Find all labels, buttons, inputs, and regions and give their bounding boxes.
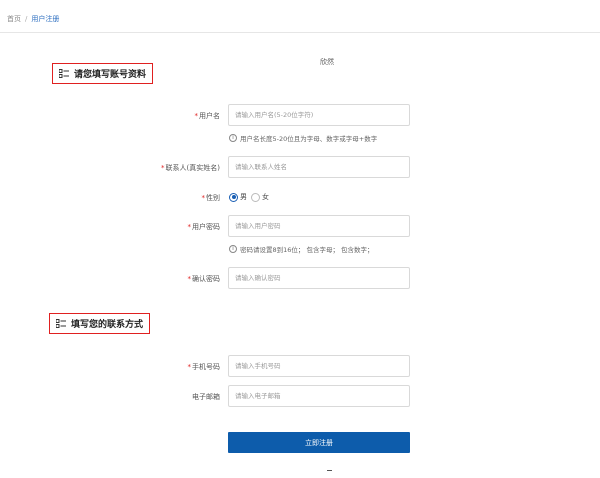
username-hint: i 用户名长度5-20位且为字母、数字或字母+数字: [229, 133, 377, 143]
username-hint-text: 用户名长度5-20位且为字母、数字或字母+数字: [240, 135, 378, 143]
floating-text: 欣然: [320, 58, 334, 66]
required-marker: *: [194, 112, 199, 120]
register-button[interactable]: 立即注册: [228, 432, 410, 453]
section-title-contact: 填写您的联系方式: [49, 313, 151, 334]
radio-female[interactable]: [251, 192, 260, 202]
header-divider: [0, 32, 600, 33]
required-marker: *: [161, 164, 165, 172]
divider-mark: [327, 470, 332, 471]
required-marker: *: [201, 194, 206, 202]
confirm-password-label: *确认密码: [187, 275, 221, 283]
breadcrumb-current[interactable]: 用户注册: [31, 14, 59, 24]
breadcrumb-separator: /: [25, 15, 28, 23]
phone-input[interactable]: [228, 355, 410, 377]
contact-name-input[interactable]: [228, 156, 410, 178]
list-icon: [56, 319, 66, 328]
gender-radio-group: 男 女: [229, 192, 269, 202]
info-icon: i: [229, 134, 237, 142]
required-marker: *: [187, 363, 192, 371]
contact-name-label: *联系人(真实姓名): [161, 164, 220, 172]
required-marker: *: [187, 275, 192, 283]
gender-option-male[interactable]: 男: [229, 192, 247, 202]
breadcrumb-home[interactable]: 首页: [7, 14, 21, 24]
section-title-text: 填写您的联系方式: [71, 320, 144, 330]
password-hint-text: 密码请设置8到16位； 包含字母； 包含数字；: [240, 246, 374, 254]
username-label: *用户名: [194, 112, 221, 120]
password-input[interactable]: [228, 215, 410, 237]
section-title-account: 请您填写账号资料: [52, 63, 154, 84]
gender-male-label: 男: [240, 193, 247, 201]
gender-option-female[interactable]: 女: [251, 192, 269, 202]
confirm-password-input[interactable]: [228, 267, 410, 289]
section-title-text: 请您填写账号资料: [74, 70, 147, 80]
list-icon: [59, 69, 69, 78]
radio-male[interactable]: [229, 192, 238, 202]
password-label: *用户密码: [187, 223, 221, 231]
username-input[interactable]: [228, 104, 410, 126]
info-icon: i: [229, 245, 237, 253]
email-label: 电子邮箱: [192, 393, 220, 401]
password-hint: i 密码请设置8到16位； 包含字母； 包含数字；: [229, 244, 374, 254]
gender-female-label: 女: [262, 193, 269, 201]
required-marker: *: [187, 223, 192, 231]
phone-label: *手机号码: [187, 363, 221, 371]
email-input[interactable]: [228, 385, 410, 407]
breadcrumb: 首页 / 用户注册: [7, 14, 59, 24]
gender-label: *性别: [201, 194, 221, 202]
